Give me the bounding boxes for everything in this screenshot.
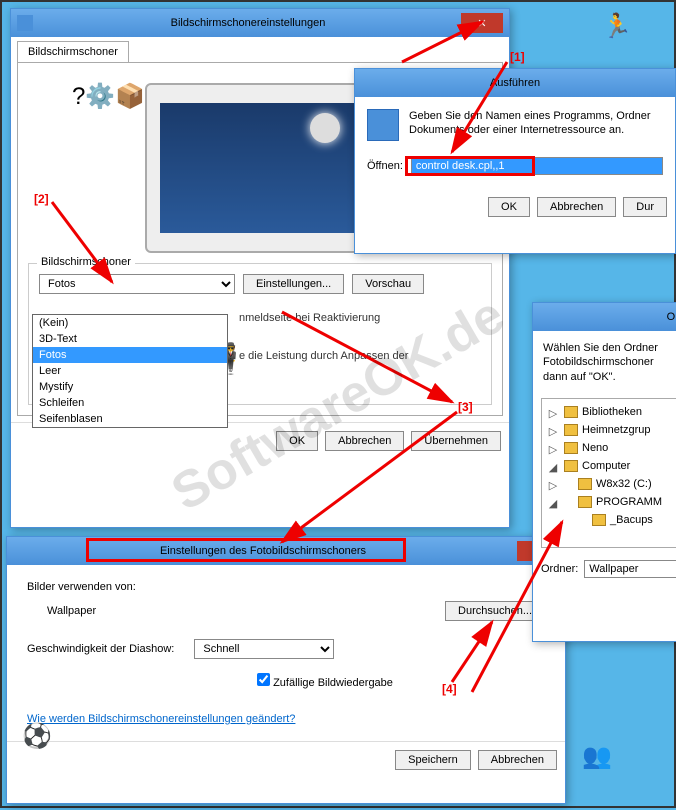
folder-icon <box>592 514 606 526</box>
folder-name: Wallpaper <box>47 605 167 617</box>
dropdown-item[interactable]: 3D-Text <box>33 331 227 347</box>
folder-label: Ordner: <box>541 563 578 575</box>
group-legend: Bildschirmschoner <box>37 256 135 268</box>
run-icon <box>367 109 399 141</box>
run-description: Geben Sie den Namen eines Programms, Ord… <box>409 109 663 141</box>
tab-screensaver[interactable]: Bildschirmschoner <box>17 41 129 62</box>
annotation-1: [1] <box>510 50 525 64</box>
screensaver-select[interactable]: Fotos <box>39 274 235 294</box>
folder-icon <box>564 406 578 418</box>
close-button[interactable]: ✕ <box>461 13 503 33</box>
dropdown-item[interactable]: Mystify <box>33 379 227 395</box>
folder-icon <box>564 424 578 436</box>
photo-settings-window: Einstellungen des Fotobildschirmschoners… <box>6 536 566 804</box>
cancel-button[interactable]: Abbrechen <box>537 197 616 217</box>
drive-icon <box>578 496 592 508</box>
folder-icon <box>564 442 578 454</box>
apply-button[interactable]: Übernehmen <box>411 431 501 451</box>
dropdown-item-selected[interactable]: Fotos <box>33 347 227 363</box>
titlebar: Einstellungen des Fotobildschirmschoners… <box>7 537 565 565</box>
titlebar: Bildschirmschonereinstellungen ✕ <box>11 9 509 37</box>
folder-input[interactable] <box>584 560 676 578</box>
dropdown-item[interactable]: Schleifen <box>33 395 227 411</box>
folder-browse-window: Ord Wählen Sie den Ordner Fotobildschirm… <box>532 302 676 642</box>
settings-button[interactable]: Einstellungen... <box>243 274 344 294</box>
app-icon <box>17 15 33 31</box>
tree-item[interactable]: Bibliotheken <box>582 406 642 418</box>
dropdown-item[interactable]: (Kein) <box>33 315 227 331</box>
shuffle-checkbox[interactable]: Zufällige Bildwiedergabe <box>257 677 393 689</box>
tree-item[interactable]: Computer <box>582 460 630 472</box>
titlebar: Ausführen <box>355 69 675 97</box>
window-title: Ord <box>667 311 676 323</box>
open-label: Öffnen: <box>367 160 403 172</box>
tree-item[interactable]: Heimnetzgrup <box>582 424 650 436</box>
window-title: Bildschirmschonereinstellungen <box>39 17 457 29</box>
open-input[interactable] <box>411 157 663 175</box>
run-dialog: Ausführen Geben Sie den Namen eines Prog… <box>354 68 676 254</box>
cancel-button[interactable]: Abbrechen <box>325 431 404 451</box>
browse-button[interactable]: Durchsuchen... <box>445 601 545 621</box>
help-link[interactable]: Wie werden Bildschirmschonereinstellunge… <box>27 713 295 725</box>
dropdown-item[interactable]: Seifenblasen <box>33 411 227 427</box>
window-title: Ausführen <box>490 77 540 89</box>
preview-button[interactable]: Vorschau <box>352 274 424 294</box>
clipart-judges: 👥 <box>582 742 612 771</box>
use-images-label: Bilder verwenden von: <box>27 581 545 593</box>
browse-button[interactable]: Dur <box>623 197 667 217</box>
computer-icon <box>564 460 578 472</box>
titlebar: Ord <box>533 303 676 331</box>
tree-item[interactable]: _Bacups <box>610 514 653 526</box>
tree-item[interactable]: Neno <box>582 442 608 454</box>
clipart-running-figure: 🏃 <box>602 12 632 41</box>
tree-item[interactable]: W8x32 (C:) <box>596 478 652 490</box>
ok-button[interactable]: OK <box>488 197 530 217</box>
save-button[interactable]: Speichern <box>395 750 471 770</box>
folder-tree[interactable]: ▷Bibliotheken ▷Heimnetzgrup ▷Neno ◢Compu… <box>541 398 676 548</box>
cancel-button[interactable]: Abbrechen <box>478 750 557 770</box>
dropdown-item[interactable]: Leer <box>33 363 227 379</box>
tree-item[interactable]: PROGRAMM <box>596 496 662 508</box>
screensaver-dropdown-list[interactable]: (Kein) 3D-Text Fotos Leer Mystify Schlei… <box>32 314 228 428</box>
screensaver-preview <box>145 83 375 253</box>
ok-button[interactable]: OK <box>276 431 318 451</box>
drive-icon <box>578 478 592 490</box>
browse-description: Wählen Sie den Ordner Fotobildschirmscho… <box>533 331 676 394</box>
speed-label: Geschwindigkeit der Diashow: <box>27 643 174 655</box>
speed-select[interactable]: Schnell <box>194 639 334 659</box>
window-title: Einstellungen des Fotobildschirmschoners <box>13 545 513 557</box>
